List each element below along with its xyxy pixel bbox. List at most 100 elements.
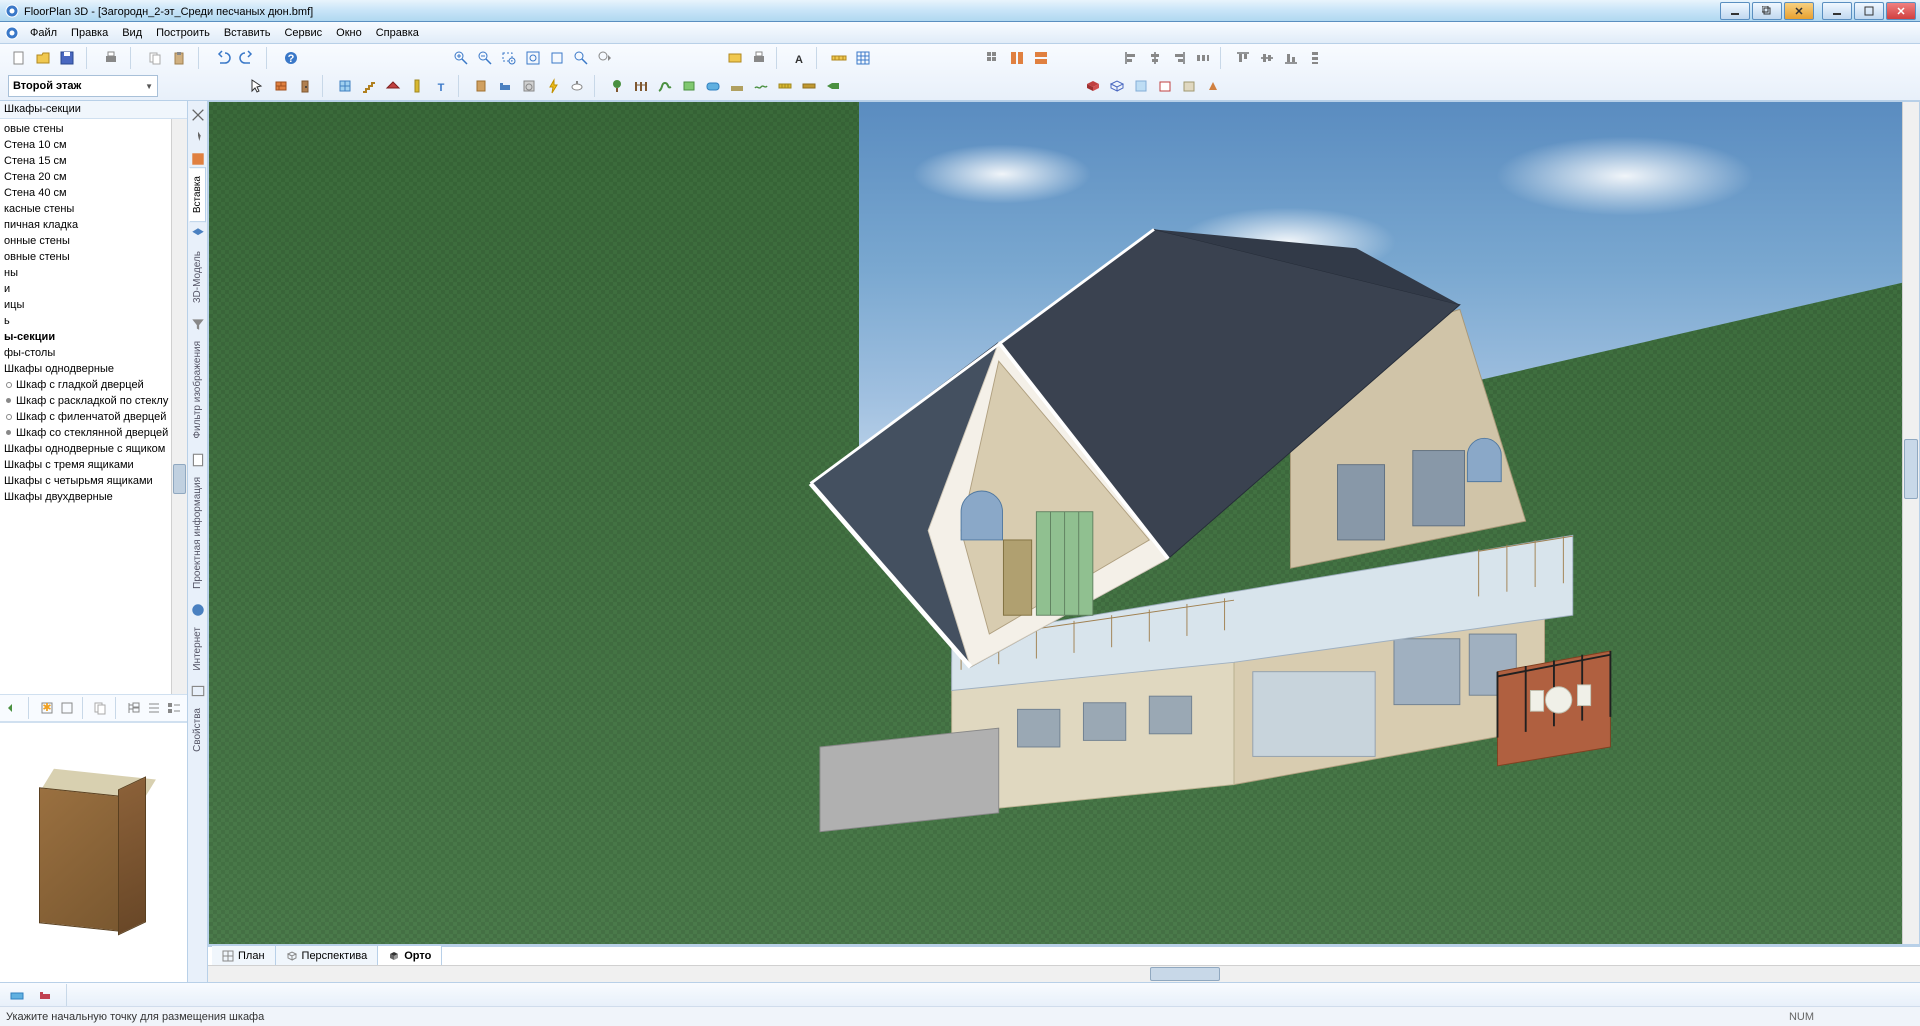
catalog-item[interactable]: Стена 10 см: [0, 137, 187, 153]
zoom-out-button[interactable]: [474, 47, 496, 69]
text-button[interactable]: A: [788, 47, 810, 69]
vtab-3dmodel[interactable]: 3D-Модель: [189, 242, 206, 312]
catalog-item[interactable]: Стена 40 см: [0, 185, 187, 201]
catalog-item[interactable]: Стена 15 см: [0, 153, 187, 169]
vtab-project[interactable]: Проектная информация: [189, 468, 206, 598]
catalog-item[interactable]: пичная кладка: [0, 217, 187, 233]
view-tab-ortho[interactable]: Орто: [378, 946, 442, 966]
vtab-filter[interactable]: Фильтр изображения: [189, 332, 206, 448]
render-shaded-button[interactable]: [1178, 75, 1200, 97]
zoom-in-button[interactable]: [450, 47, 472, 69]
copy-button[interactable]: [144, 47, 166, 69]
distribute-h-button[interactable]: [1192, 47, 1214, 69]
catalog-list[interactable]: овые стеныСтена 10 смСтена 15 смСтена 20…: [0, 119, 187, 694]
electrical-button[interactable]: [542, 75, 564, 97]
plumbing-button[interactable]: [566, 75, 588, 97]
render-hidden-button[interactable]: [1154, 75, 1176, 97]
render-wire-button[interactable]: [1106, 75, 1128, 97]
pool-button[interactable]: [702, 75, 724, 97]
fence-2-button[interactable]: [774, 75, 796, 97]
cabinet-button[interactable]: [470, 75, 492, 97]
redo-button[interactable]: [236, 47, 258, 69]
vtab-close-icon[interactable]: [190, 107, 206, 123]
catalog-copy-button[interactable]: [91, 697, 109, 719]
stairs-button[interactable]: [358, 75, 380, 97]
fence-3-button[interactable]: [798, 75, 820, 97]
vtab-insert[interactable]: Вставка: [189, 167, 206, 222]
catalog-filter-button[interactable]: [165, 697, 183, 719]
canvas-scrollbar-v[interactable]: [1902, 102, 1919, 944]
undo-button[interactable]: [212, 47, 234, 69]
path-button[interactable]: [654, 75, 676, 97]
menu-file[interactable]: Файл: [24, 25, 63, 41]
render-glass-button[interactable]: [1130, 75, 1152, 97]
distribute-v-button[interactable]: [1304, 47, 1326, 69]
catalog-item[interactable]: ь: [0, 313, 187, 329]
measure-button[interactable]: [828, 47, 850, 69]
mdi-close-button[interactable]: [1784, 2, 1814, 20]
status-icon-1[interactable]: [6, 984, 28, 1006]
catalog-add-button[interactable]: [4, 697, 22, 719]
fence-button[interactable]: [630, 75, 652, 97]
minimize-button[interactable]: [1822, 2, 1852, 20]
layout-3-button[interactable]: [1030, 47, 1052, 69]
catalog-scrollbar[interactable]: [171, 119, 187, 694]
area-button[interactable]: [678, 75, 700, 97]
floor-selector[interactable]: Второй этаж: [8, 75, 158, 97]
view-tab-perspective[interactable]: Перспектива: [276, 946, 379, 966]
status-icon-2[interactable]: [34, 984, 56, 1006]
menu-help[interactable]: Справка: [370, 25, 425, 41]
canvas-scrollbar-h[interactable]: [208, 965, 1920, 982]
zoom-fit-button[interactable]: [522, 47, 544, 69]
menu-build[interactable]: Построить: [150, 25, 216, 41]
print-preview-button[interactable]: [748, 47, 770, 69]
plant-button[interactable]: [606, 75, 628, 97]
vtab-properties[interactable]: Свойства: [189, 699, 206, 761]
zoom-window-button[interactable]: [498, 47, 520, 69]
grid-button[interactable]: [852, 47, 874, 69]
zoom-selection-button[interactable]: [546, 47, 568, 69]
mdi-minimize-button[interactable]: [1720, 2, 1750, 20]
roof-button[interactable]: [382, 75, 404, 97]
wall-button[interactable]: [270, 75, 292, 97]
catalog-item[interactable]: овные стены: [0, 249, 187, 265]
save-button[interactable]: [56, 47, 78, 69]
terrain-button[interactable]: [726, 75, 748, 97]
menu-service[interactable]: Сервис: [278, 25, 328, 41]
layout-1-button[interactable]: [982, 47, 1004, 69]
print-button[interactable]: [100, 47, 122, 69]
catalog-item[interactable]: касные стены: [0, 201, 187, 217]
catalog-item[interactable]: Стена 20 см: [0, 169, 187, 185]
catalog-item[interactable]: Шкаф с раскладкой по стеклу: [0, 393, 187, 409]
window-button[interactable]: [334, 75, 356, 97]
help-button[interactable]: ?: [280, 47, 302, 69]
render-solid-button[interactable]: [1082, 75, 1104, 97]
catalog-item[interactable]: Шкаф с филенчатой дверцей: [0, 409, 187, 425]
view-tab-plan[interactable]: План: [212, 946, 276, 966]
maximize-button[interactable]: [1854, 2, 1884, 20]
catalog-edit-button[interactable]: [58, 697, 76, 719]
furniture-button[interactable]: [494, 75, 516, 97]
vtab-pin-icon[interactable]: [190, 129, 206, 145]
catalog-item[interactable]: Шкафы однодверные: [0, 361, 187, 377]
menu-window[interactable]: Окно: [330, 25, 368, 41]
align-center-button[interactable]: [1144, 47, 1166, 69]
3d-canvas[interactable]: [208, 101, 1920, 945]
column-button[interactable]: [406, 75, 428, 97]
zoom-dynamic-button[interactable]: [570, 47, 592, 69]
new-button[interactable]: [8, 47, 30, 69]
vtab-internet[interactable]: Интернет: [189, 618, 206, 680]
paste-button[interactable]: [168, 47, 190, 69]
catalog-item[interactable]: Шкафы с четырьмя ящиками: [0, 473, 187, 489]
catalog-item[interactable]: Шкафы однодверные с ящиком: [0, 441, 187, 457]
catalog-item[interactable]: ицы: [0, 297, 187, 313]
open-button[interactable]: [32, 47, 54, 69]
catalog-item[interactable]: овые стены: [0, 121, 187, 137]
catalog-item[interactable]: Шкафы двухдверные: [0, 489, 187, 505]
catalog-new-button[interactable]: ✱: [38, 697, 56, 719]
zoom-previous-button[interactable]: [594, 47, 616, 69]
catalog-list-button[interactable]: [145, 697, 163, 719]
menu-edit[interactable]: Правка: [65, 25, 114, 41]
camera-button[interactable]: [822, 75, 844, 97]
door-button[interactable]: [294, 75, 316, 97]
